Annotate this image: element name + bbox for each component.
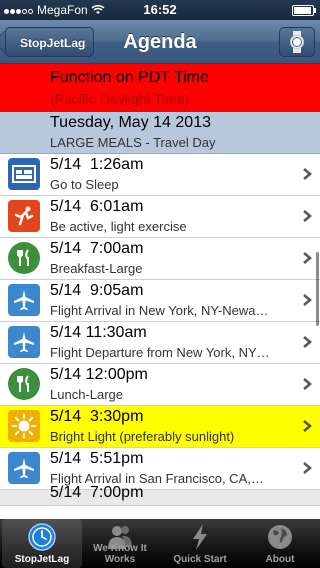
meal-icon — [8, 368, 40, 400]
tab-label: About — [265, 554, 295, 565]
battery-icon — [292, 5, 316, 16]
agenda-activity: Flight Arrival in New York, NY-Newa… — [50, 303, 269, 318]
tab-about[interactable]: About — [240, 519, 320, 568]
timezone-banner: Function on PDT Time (Pacific Daylight T… — [0, 64, 320, 112]
tab-label: StopJetLag — [14, 554, 70, 565]
agenda-time: 5/14 1:26am — [50, 156, 144, 173]
agenda-row[interactable]: 5/14 12:00pm Lunch-Large — [0, 364, 320, 406]
scroll-indicator[interactable] — [316, 252, 319, 326]
timezone-title: Function on PDT Time — [50, 69, 209, 86]
chevron-right-icon — [303, 420, 312, 432]
chevron-right-icon — [303, 294, 312, 306]
tab-bar: StopJetLag We Know It Works Quick Start … — [0, 519, 320, 568]
chevron-right-icon — [303, 252, 312, 264]
agenda-time: 5/14 6:01am — [50, 198, 144, 215]
airplane-icon — [8, 284, 40, 316]
agenda-time: 5/14 3:30pm — [50, 408, 144, 425]
airplane-icon — [8, 326, 40, 358]
agenda-activity: Bright Light (preferably sunlight) — [50, 429, 235, 444]
day-header: Tuesday, May 14 2013 LARGE MEALS - Trave… — [0, 112, 320, 154]
chevron-right-icon — [303, 210, 312, 222]
exercise-icon — [8, 200, 40, 232]
agenda-activity: Go to Sleep — [50, 177, 119, 192]
agenda-time: 5/14 5:51pm — [50, 450, 144, 467]
agenda-activity: Lunch-Large — [50, 387, 123, 402]
lightning-icon — [185, 522, 215, 552]
tab-label: We Know It Works — [93, 543, 147, 565]
agenda-time: 5/14 12:00pm — [50, 366, 148, 383]
day-date: Tuesday, May 14 2013 — [50, 114, 211, 131]
status-bar: MegaFon 16:52 — [0, 0, 320, 20]
chevron-right-icon — [303, 378, 312, 390]
agenda-row[interactable]: 5/14 3:30pm Bright Light (preferably sun… — [0, 406, 320, 448]
agenda-time: 5/14 9:05am — [50, 282, 144, 299]
sun-icon — [8, 410, 40, 442]
agenda-activity: Be active, light exercise — [50, 219, 187, 234]
tab-stopjetlag[interactable]: StopJetLag — [2, 519, 82, 568]
chevron-right-icon — [303, 168, 312, 180]
navigation-bar: StopJetLag Agenda — [0, 20, 320, 64]
status-time: 16:52 — [143, 2, 177, 17]
agenda-activity: Flight Departure from New York, NY… — [50, 345, 270, 360]
agenda-row[interactable]: 5/14 7:00am Breakfast-Large — [0, 238, 320, 280]
agenda-time: 5/14 7:00pm — [50, 484, 144, 501]
bed-icon — [8, 158, 40, 190]
timezone-subtitle: (Pacific Daylight Time) — [50, 91, 190, 107]
agenda-row[interactable]: 5/14 5:51pm Flight Arrival in San Franci… — [0, 448, 320, 490]
meal-icon — [8, 242, 40, 274]
agenda-time: 5/14 7:00am — [50, 240, 144, 257]
globe-icon — [265, 522, 295, 552]
tab-label: Quick Start — [173, 554, 227, 565]
day-subtitle: LARGE MEALS - Travel Day — [50, 135, 216, 150]
page-title: Agenda — [123, 31, 197, 53]
chevron-right-icon — [303, 336, 312, 348]
tab-quick-start[interactable]: Quick Start — [160, 519, 240, 568]
agenda-activity: Breakfast-Large — [50, 261, 143, 276]
tab-we-know-it-works[interactable]: We Know It Works — [80, 519, 160, 568]
agenda-row[interactable]: 5/14 11:30am Flight Departure from New Y… — [0, 322, 320, 364]
agenda-time: 5/14 11:30am — [50, 324, 147, 341]
watch-button[interactable] — [279, 27, 315, 57]
clock-icon — [27, 522, 57, 552]
agenda-row[interactable]: 5/14 9:05am Flight Arrival in New York, … — [0, 280, 320, 322]
agenda-list[interactable]: Function on PDT Time (Pacific Daylight T… — [0, 64, 320, 520]
airplane-icon — [8, 452, 40, 484]
agenda-row[interactable]: 5/14 1:26am Go to Sleep — [0, 154, 320, 196]
watch-icon — [290, 31, 304, 53]
agenda-row[interactable]: 5/14 7:00pm — [0, 484, 320, 506]
chevron-right-icon — [303, 462, 312, 474]
agenda-row[interactable]: 5/14 6:01am Be active, light exercise — [0, 196, 320, 238]
